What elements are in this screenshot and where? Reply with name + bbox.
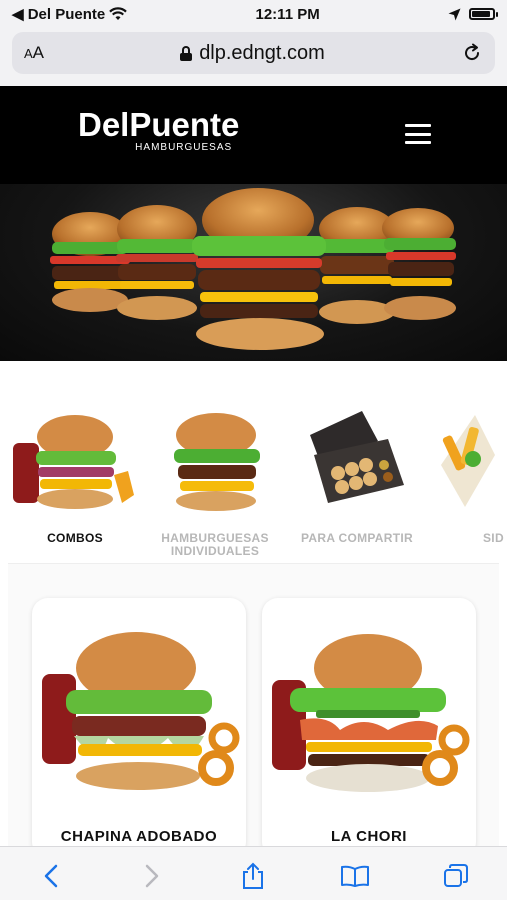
tabs-button[interactable] — [441, 861, 471, 891]
product-name: CHAPINA ADOBADO — [60, 828, 218, 845]
category-para-compartir[interactable]: PARA COMPARTIR — [292, 385, 422, 560]
category-individual-image — [174, 413, 260, 511]
product-card[interactable]: LA CHORI — [262, 598, 476, 858]
hero-burger-center — [192, 188, 326, 350]
url-text: dlp.edngt.com — [199, 41, 325, 64]
status-right — [448, 8, 498, 21]
browser-toolbar — [0, 846, 507, 900]
url-display[interactable]: dlp.edngt.com — [180, 42, 325, 65]
lock-icon — [180, 45, 193, 61]
category-share-image — [310, 411, 404, 503]
product-card[interactable]: CHAPINA ADOBADO — [32, 598, 246, 858]
logo-tagline: HAMBURGUESAS — [135, 142, 233, 153]
hero-banner — [0, 184, 507, 361]
forward-icon — [145, 864, 159, 888]
logo-wordmark: DelPuente — [78, 106, 240, 143]
forward-button[interactable] — [137, 861, 167, 891]
reload-button[interactable] — [461, 42, 483, 64]
status-time: 12:11 PM — [255, 5, 320, 23]
site-header: DelPuente HAMBURGUESAS — [0, 86, 507, 184]
reader-view-button[interactable]: AA — [24, 43, 44, 63]
back-to-app-link[interactable]: ◀ Del Puente — [12, 5, 105, 23]
category-carousel: COMBOS HAMBURGUESAS INDIVIDUALES PARA CO… — [0, 385, 507, 560]
bookmarks-icon — [340, 865, 369, 887]
category-sides-label: SID — [483, 531, 504, 545]
tabs-icon — [444, 864, 469, 887]
back-button[interactable] — [36, 861, 66, 891]
product-grid: CHAPINA ADOBADO LA CHORI — [8, 563, 499, 863]
location-arrow-icon — [448, 8, 461, 20]
category-sides-image — [441, 415, 495, 507]
share-button[interactable] — [238, 861, 268, 891]
bookmarks-button[interactable] — [340, 861, 370, 891]
reload-icon — [465, 43, 480, 61]
status-left: ◀ Del Puente — [12, 5, 128, 23]
category-sides[interactable]: SID — [435, 385, 507, 560]
category-combos-label: COMBOS — [47, 531, 103, 545]
hero-burgers-image — [50, 188, 456, 350]
product-image-chapina-adobado — [42, 632, 240, 790]
category-hamburguesas-individuales[interactable]: HAMBURGUESAS INDIVIDUALES — [150, 385, 280, 560]
product-name: LA CHORI — [331, 828, 407, 845]
share-icon — [243, 862, 264, 889]
menu-icon[interactable] — [405, 124, 431, 144]
category-share-label: PARA COMPARTIR — [301, 531, 413, 545]
browser-chrome: AA dlp.edngt.com — [0, 28, 507, 86]
battery-icon — [468, 8, 498, 20]
wifi-icon — [109, 7, 128, 20]
product-image-la-chori — [272, 634, 470, 792]
category-individual-label: HAMBURGUESAS INDIVIDUALES — [161, 531, 269, 558]
hero-burger-5 — [382, 208, 456, 320]
back-icon — [44, 864, 57, 888]
category-combos-image — [13, 415, 134, 509]
status-bar: ◀ Del Puente 12:11 PM — [0, 0, 507, 28]
site-logo[interactable]: DelPuente HAMBURGUESAS — [78, 108, 239, 154]
address-bar[interactable]: AA dlp.edngt.com — [12, 32, 495, 74]
category-combos[interactable]: COMBOS — [10, 385, 140, 560]
